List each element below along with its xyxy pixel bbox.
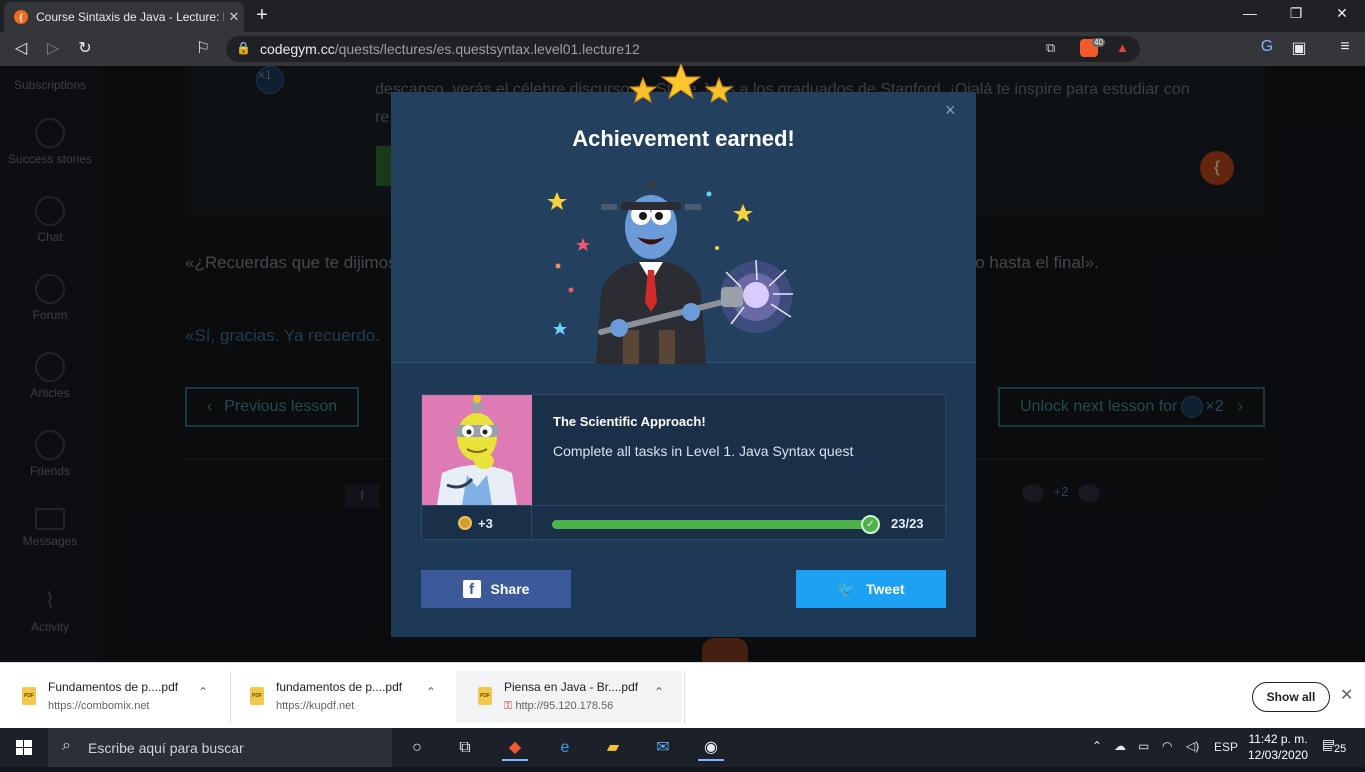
achievement-description: Complete all tasks in Level 1. Java Synt…	[553, 443, 854, 459]
search-placeholder: Escribe aquí para buscar	[88, 740, 244, 756]
share-label: Share	[490, 581, 530, 597]
facebook-icon: f	[462, 580, 481, 598]
twitter-icon: 🐦	[837, 581, 857, 598]
extension-icon[interactable]: ▣	[1288, 38, 1310, 58]
chevron-up-icon[interactable]: ⌃	[654, 685, 664, 699]
achievement-footer: +3 ✓ 23/23	[422, 505, 947, 542]
pdf-file-icon: PDF	[22, 687, 36, 705]
minimize-icon[interactable]: —	[1227, 5, 1273, 21]
browser-tab[interactable]: { Course Sintaxis de Java - Lecture: D ✕	[4, 2, 244, 32]
download-item[interactable]: PDF Fundamentos de p....pdf https://comb…	[0, 671, 226, 723]
download-item[interactable]: PDF Piensa en Java - Br....pdf ⚿ http://…	[456, 671, 682, 723]
modal-title: Achievement earned!	[572, 126, 795, 151]
address-toolbar: ◁ ▷ ↻ ⚐ 🔒 codegym.cc/quests/lectures/es.…	[0, 32, 1365, 66]
media-player-icon[interactable]: ◉	[698, 735, 724, 761]
pdf-file-icon: PDF	[478, 687, 492, 705]
battery-icon[interactable]: ▭	[1138, 739, 1149, 753]
url-path: /quests/lectures/es.questsyntax.level01.…	[334, 41, 640, 57]
achievement-card: The Scientific Approach! Complete all ta…	[421, 394, 947, 542]
new-tab-button[interactable]: +	[252, 4, 272, 28]
shield-count: 40	[1092, 38, 1105, 47]
translate-icon[interactable]: ⧉	[1046, 40, 1055, 56]
download-source-url: http://95.120.178.56	[515, 700, 614, 712]
clock[interactable]: 11:42 p. m. 12/03/2020	[1248, 731, 1308, 763]
download-source: https://kupdf.net	[276, 700, 355, 712]
close-downloads-icon[interactable]: ✕	[1340, 685, 1353, 705]
cortana-icon[interactable]: ○	[404, 735, 430, 761]
taskbar-search[interactable]: ⌕ Escribe aquí para buscar	[48, 728, 392, 767]
insecure-lock-icon: ⚿	[504, 700, 516, 712]
notification-center-icon[interactable]: ▤ 25	[1322, 736, 1349, 757]
notification-count: 25	[1332, 743, 1349, 755]
achievement-modal: × Achievement earned! The Scientific App…	[391, 64, 976, 637]
url-bar[interactable]: 🔒 codegym.cc/quests/lectures/es.questsyn…	[226, 36, 1140, 62]
wifi-icon[interactable]: ◠	[1162, 739, 1172, 753]
check-icon: ✓	[861, 515, 880, 534]
windows-start-button[interactable]	[0, 728, 48, 767]
download-filename: Fundamentos de p....pdf	[48, 680, 179, 694]
windows-taskbar: ⌕ Escribe aquí para buscar ○ ⧉ ◆ e ▰ ✉ ◉…	[0, 728, 1365, 767]
achievement-name: The Scientific Approach!	[553, 414, 706, 429]
window-close-icon[interactable]: ✕	[1319, 5, 1365, 22]
chevron-up-icon[interactable]: ⌃	[198, 685, 208, 699]
back-icon[interactable]: ◁	[10, 38, 32, 58]
edge-icon[interactable]: e	[552, 735, 578, 761]
browser-tab-bar: { Course Sintaxis de Java - Lecture: D ✕…	[0, 0, 1365, 32]
progress-fill	[552, 520, 879, 529]
achievement-image	[422, 395, 532, 505]
clock-time: 11:42 p. m.	[1248, 732, 1308, 746]
robot-scientist-illustration	[547, 182, 793, 364]
brave-favicon-icon: {	[14, 10, 28, 24]
windows-logo-icon	[16, 740, 32, 755]
mail-icon[interactable]: ✉	[650, 735, 676, 761]
medal-icon	[458, 516, 472, 530]
chevron-up-icon[interactable]: ⌃	[1092, 739, 1102, 753]
progress-bar: ✓	[552, 515, 880, 534]
divider	[684, 671, 685, 723]
search-icon: ⌕	[62, 737, 71, 754]
stars-icon	[628, 64, 734, 104]
file-explorer-icon[interactable]: ▰	[600, 735, 626, 761]
pdf-file-icon: PDF	[250, 687, 264, 705]
tweet-button[interactable]: 🐦 Tweet	[796, 570, 946, 608]
modal-header: × Achievement earned!	[391, 64, 976, 364]
download-source: ⚿ http://95.120.178.56	[504, 700, 613, 713]
download-filename: fundamentos de p....pdf	[276, 680, 403, 694]
download-item[interactable]: PDF fundamentos de p....pdf https://kupd…	[228, 671, 454, 723]
tab-title: Course Sintaxis de Java - Lecture: D	[36, 10, 224, 24]
robot-thinking-icon	[422, 395, 532, 505]
url-host: codegym.cc	[260, 41, 335, 57]
forward-icon[interactable]: ▷	[42, 38, 64, 58]
download-source: https://combomix.net	[48, 700, 150, 712]
onedrive-icon[interactable]: ☁	[1114, 739, 1126, 753]
restore-icon[interactable]: ❐	[1273, 5, 1319, 22]
volume-icon[interactable]: ◁)	[1186, 739, 1199, 753]
download-filename: Piensa en Java - Br....pdf	[504, 680, 639, 694]
show-all-downloads-button[interactable]: Show all	[1252, 682, 1330, 712]
progress-text: 23/23	[891, 516, 924, 531]
bookmark-icon[interactable]: ⚐	[192, 38, 214, 58]
tab-close-icon[interactable]: ✕	[224, 9, 244, 25]
modal-close-button[interactable]: ×	[945, 100, 956, 121]
clock-date: 12/03/2020	[1248, 748, 1309, 762]
reward-value: +3	[478, 516, 493, 531]
task-view-icon[interactable]: ⧉	[452, 735, 478, 761]
google-translate-icon[interactable]: G	[1256, 38, 1278, 56]
chevron-up-icon[interactable]: ⌃	[426, 685, 436, 699]
downloads-bar: PDF Fundamentos de p....pdf https://comb…	[0, 662, 1365, 728]
brave-rewards-icon[interactable]: ▲	[1116, 40, 1129, 55]
brave-browser-icon[interactable]: ◆	[502, 735, 528, 761]
lock-icon: 🔒	[236, 41, 251, 55]
menu-icon[interactable]: ≡	[1334, 38, 1356, 56]
footer-divider	[531, 506, 532, 542]
language-indicator[interactable]: ESP	[1214, 740, 1238, 754]
tweet-label: Tweet	[866, 581, 905, 597]
facebook-share-button[interactable]: f Share	[421, 570, 571, 608]
reload-icon[interactable]: ↻	[74, 38, 96, 58]
